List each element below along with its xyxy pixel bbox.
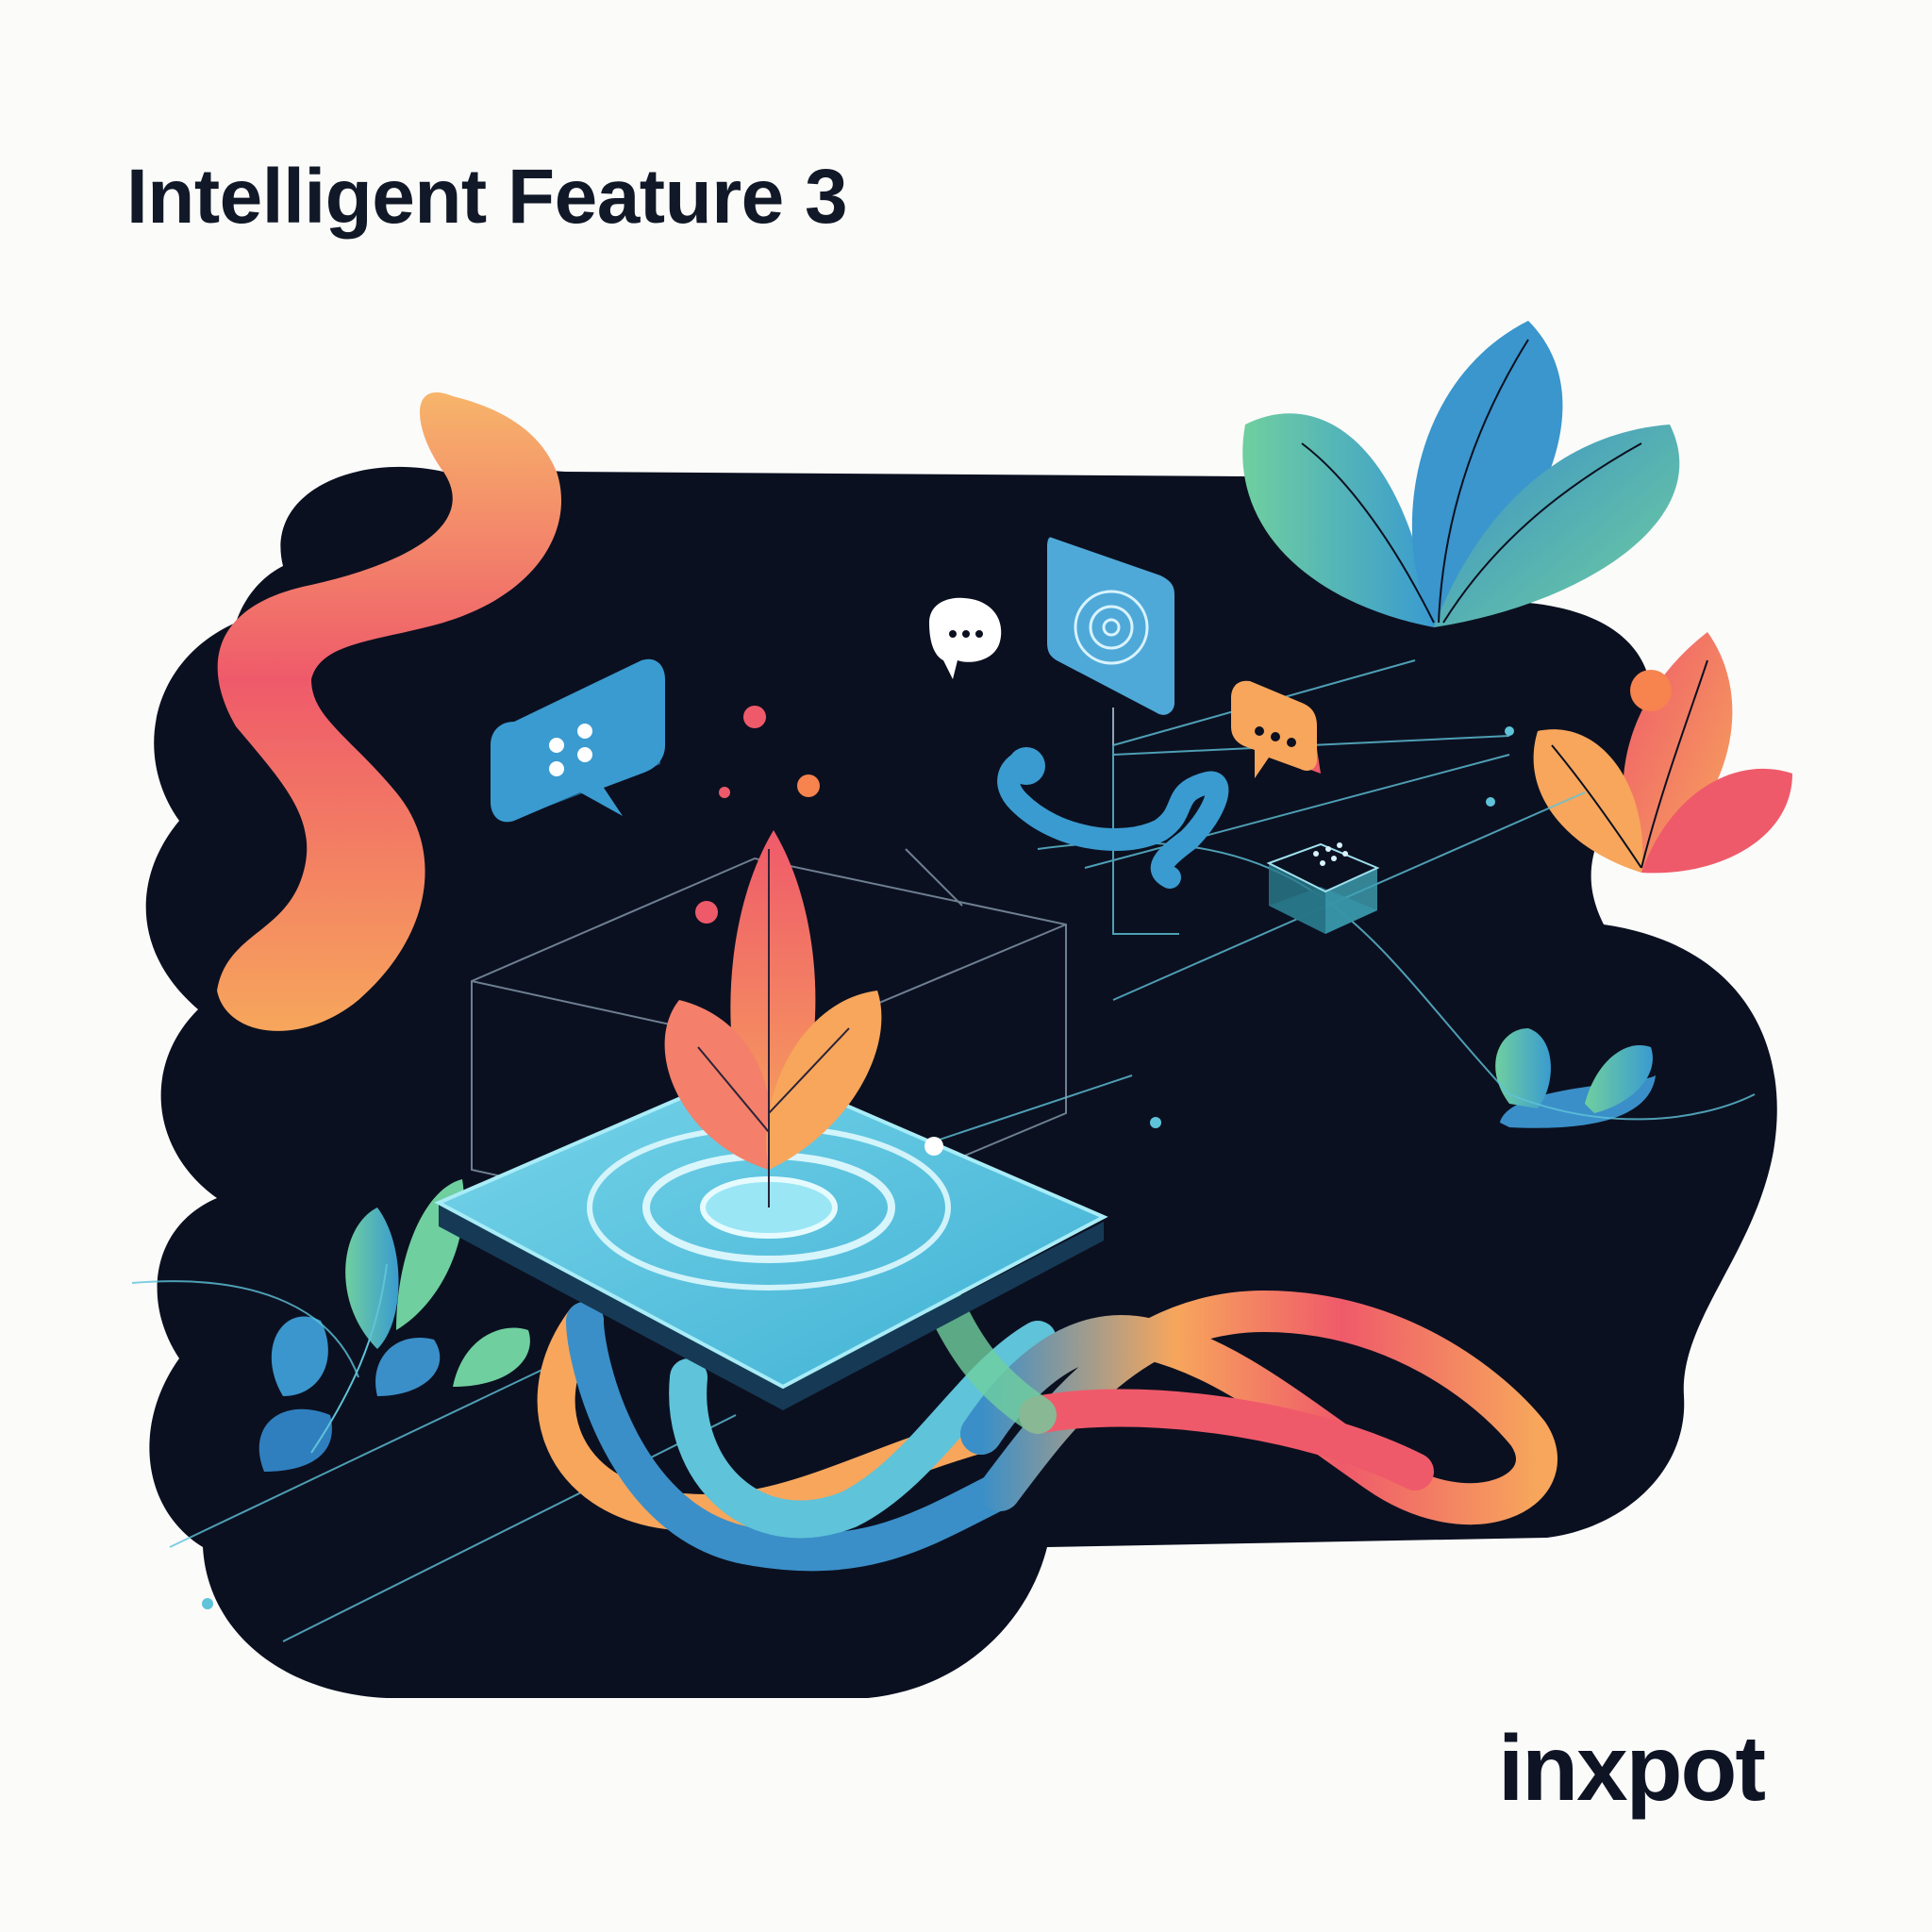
hero-illustration bbox=[131, 321, 1792, 1699]
brand-logo: inxpot bbox=[1498, 1716, 1766, 1820]
